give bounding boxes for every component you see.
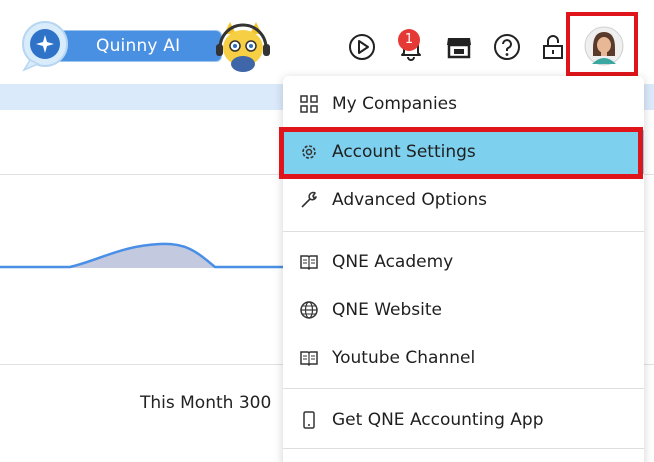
phone-icon [303,411,315,429]
grid-icon [300,95,318,113]
menu-item-qne-website[interactable]: QNE Website [283,288,644,332]
menu-item-get-qne-accounting-app[interactable]: Get QNE Accounting App [283,398,644,442]
user-avatar[interactable] [584,26,624,66]
play-icon[interactable] [347,32,377,62]
globe-icon [300,301,318,319]
menu-item-youtube-channel[interactable]: Youtube Channel [283,336,644,380]
menu-item-label: My Companies [332,94,457,114]
month-summary-text: This Month 300 [140,393,272,413]
menu-item-label: Get QNE Accounting App [332,410,544,430]
menu-separator [283,231,644,232]
menu-item-label: QNE Academy [332,252,454,272]
menu-separator [283,448,644,449]
trend-graph [0,242,290,269]
menu-item-label: Advanced Options [332,190,487,210]
menu-item-my-companies[interactable]: My Companies [283,82,644,126]
wrench-icon [301,191,317,208]
store-icon[interactable] [444,32,474,62]
menu-item-label: Youtube Channel [332,348,476,368]
quinny-ai-button[interactable]: Quinny AI [16,20,224,72]
menu-separator [283,388,644,389]
book-icon [300,255,318,271]
support-mascot-icon[interactable] [214,20,272,74]
lock-icon[interactable] [538,32,568,62]
top-bar: Quinny AI 1 [0,0,654,84]
menu-item-label: QNE Website [332,300,443,320]
menu-item-advanced-options[interactable]: Advanced Options [283,178,644,222]
selection-highlight-frame [279,127,643,179]
menu-item-qne-academy[interactable]: QNE Academy [283,240,644,284]
notification-badge: 1 [398,29,420,51]
quinny-ai-label: Quinny AI [96,36,181,56]
book-icon [300,351,318,367]
help-icon[interactable] [492,32,522,62]
ai-sparkle-icon [22,21,68,72]
